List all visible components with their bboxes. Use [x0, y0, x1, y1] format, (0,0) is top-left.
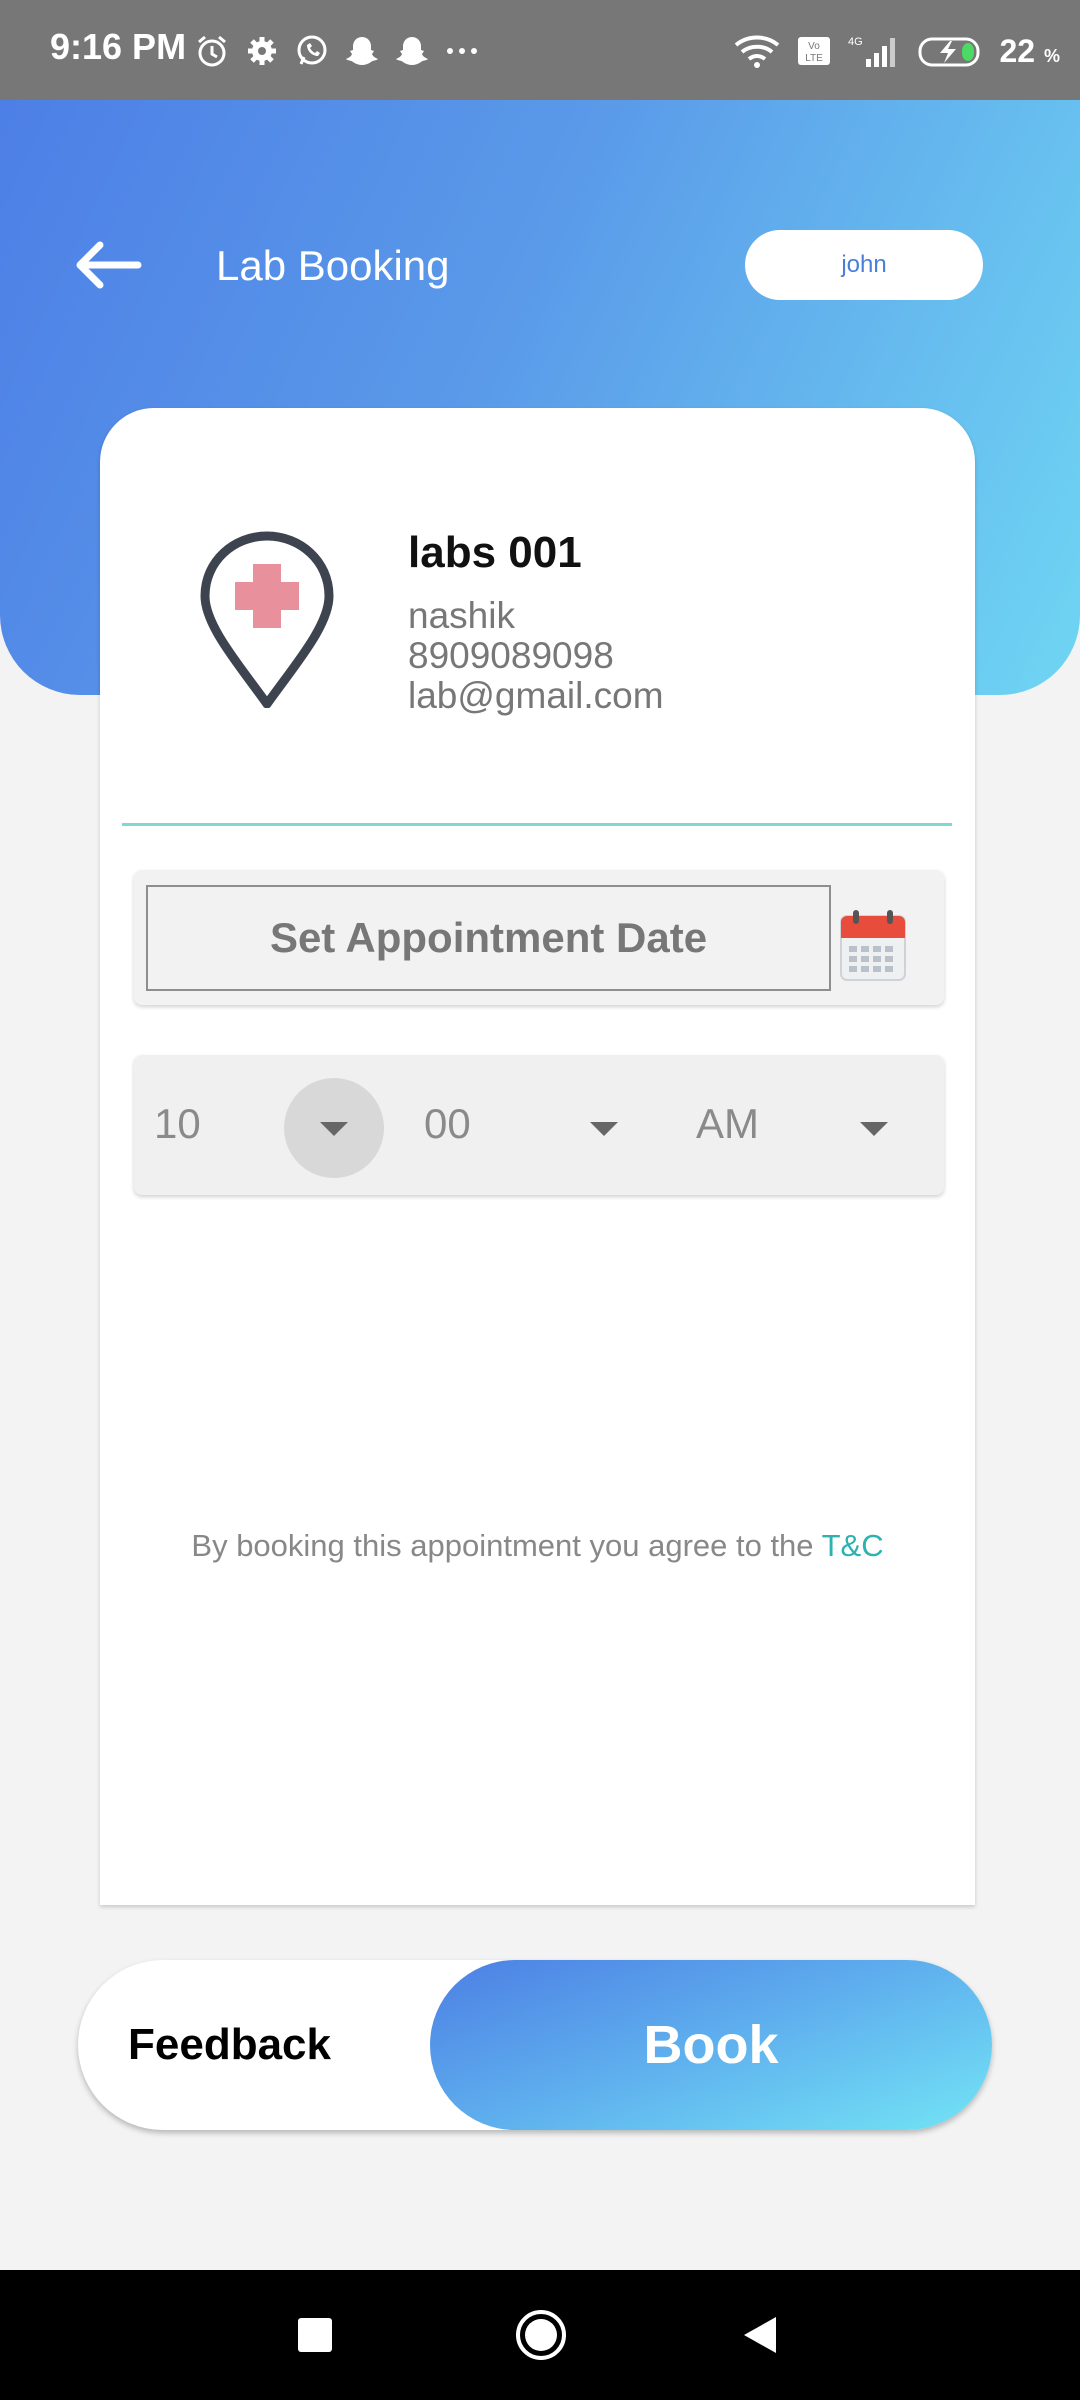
lab-details: nashik 8909089098 lab@gmail.com — [408, 596, 664, 716]
more-dots-icon — [447, 48, 477, 54]
home-icon[interactable] — [514, 2308, 568, 2362]
signal-4g-icon: 4G — [848, 36, 895, 67]
appointment-date-row: Set Appointment Date — [134, 870, 944, 1005]
lab-name: labs 001 — [408, 528, 582, 577]
action-bar: Feedback Book — [78, 1960, 992, 2130]
snapchat-icon — [346, 37, 378, 65]
lab-city: nashik — [408, 595, 515, 636]
appointment-date-field[interactable]: Set Appointment Date — [146, 885, 831, 991]
page-title: Lab Booking — [216, 242, 450, 289]
svg-text:4G: 4G — [848, 36, 863, 48]
feedback-button[interactable]: Feedback — [128, 1960, 331, 2130]
hour-value[interactable]: 10 — [154, 1100, 201, 1148]
back-arrow-icon[interactable] — [70, 235, 145, 295]
back-nav-icon[interactable] — [740, 2315, 780, 2355]
terms-link[interactable]: T&C — [822, 1528, 884, 1563]
snapchat-icon — [396, 37, 428, 65]
book-button[interactable]: Book — [430, 1960, 992, 2130]
calendar-icon[interactable] — [837, 908, 909, 984]
status-bar: 9:16 PM Vo LTE 4G 22 % — [0, 0, 1080, 100]
period-chevron-down-icon[interactable] — [860, 1122, 888, 1136]
svg-text:Vo: Vo — [808, 41, 820, 52]
status-time: 9:16 PM — [50, 26, 187, 67]
settings-icon — [248, 37, 276, 65]
appointment-time-row: 10 00 AM — [134, 1055, 944, 1195]
alarm-icon — [198, 35, 226, 67]
lab-phone: 8909089098 — [408, 635, 614, 676]
recent-apps-icon[interactable] — [298, 2318, 332, 2352]
svg-text:LTE: LTE — [805, 53, 823, 64]
user-badge[interactable]: john — [745, 230, 983, 300]
system-icons: Vo LTE 4G 22 % — [732, 26, 1061, 76]
battery-charging-icon — [918, 37, 979, 67]
notification-icons — [194, 26, 480, 76]
period-value[interactable]: AM — [696, 1100, 759, 1148]
terms-text: By booking this appointment you agree to… — [100, 1528, 975, 1564]
terms-label: By booking this appointment you agree to… — [191, 1528, 822, 1563]
navigation-bar — [0, 2270, 1080, 2400]
volte-icon: VoLTE — [797, 37, 830, 65]
wifi-icon — [734, 35, 779, 68]
lab-location-pin-icon — [200, 531, 334, 708]
lab-booking-card: labs 001 nashik 8909089098 lab@gmail.com… — [100, 408, 975, 1905]
minute-chevron-down-icon[interactable] — [590, 1122, 618, 1136]
whatsapp-icon — [297, 35, 327, 65]
minute-value[interactable]: 00 — [424, 1100, 471, 1148]
lab-email: lab@gmail.com — [408, 675, 664, 716]
divider — [122, 823, 952, 826]
hour-chevron-down-icon[interactable] — [320, 1122, 348, 1136]
battery-level: 22 % — [999, 32, 1061, 69]
